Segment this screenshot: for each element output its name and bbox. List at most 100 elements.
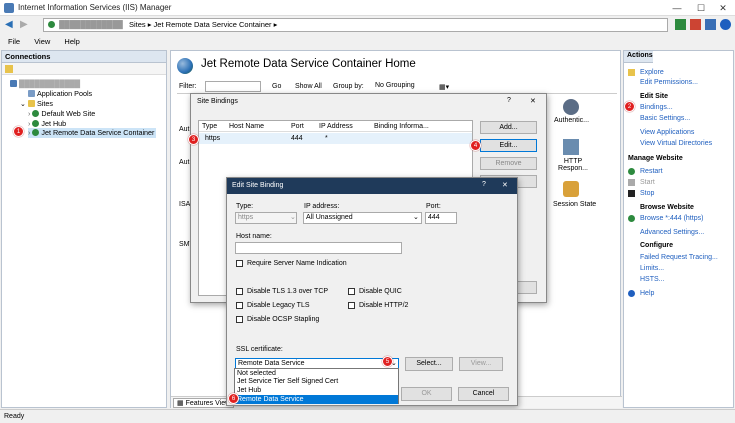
site-bindings-help-button[interactable]: ?	[507, 97, 511, 104]
legacy-tls-checkbox[interactable]	[236, 302, 243, 309]
go-button[interactable]: Go	[272, 83, 281, 90]
action-view-applications[interactable]: View Applications	[640, 128, 694, 137]
actions-panel: Actions Explore Edit Permissions... Edit…	[623, 50, 734, 408]
type-select[interactable]: https	[235, 212, 297, 224]
select-certificate-button[interactable]: Select...	[405, 357, 453, 371]
action-edit-permissions[interactable]: Edit Permissions...	[640, 78, 698, 87]
cancel-button[interactable]: Cancel	[458, 387, 509, 401]
home-icon[interactable]	[705, 19, 716, 30]
menu-view[interactable]: View	[34, 37, 50, 46]
http-response-label[interactable]: HTTP Respon...	[556, 158, 590, 172]
type-label: Type:	[236, 203, 254, 210]
quic-label[interactable]: Disable QUIC	[359, 288, 402, 295]
callout-badge-5: 5	[382, 356, 393, 367]
col-ip-address[interactable]: IP Address	[319, 123, 353, 130]
connections-header: Connections	[2, 51, 166, 63]
refresh-icon[interactable]	[675, 19, 686, 30]
action-failed-request-tracing[interactable]: Failed Request Tracing...	[640, 253, 718, 262]
expand-icon[interactable]: ⌄	[20, 99, 28, 108]
tree-app-pools[interactable]: Application Pools	[28, 89, 92, 99]
col-host-name[interactable]: Host Name	[229, 123, 264, 130]
help-icon	[628, 290, 635, 297]
action-advanced-settings[interactable]: Advanced Settings...	[640, 228, 704, 237]
list-item[interactable]: Jet Hub	[237, 387, 261, 395]
action-help[interactable]: Help	[640, 289, 654, 298]
back-icon[interactable]: ◀	[5, 19, 13, 30]
filter-label: Filter:	[179, 83, 197, 90]
action-stop[interactable]: Stop	[640, 189, 654, 198]
port-input[interactable]: 444	[425, 212, 457, 224]
ocsp-label[interactable]: Disable OCSP Stapling	[247, 316, 319, 323]
menu-file[interactable]: File	[8, 37, 20, 46]
list-item[interactable]: Jet Service Tier Self Signed Cert	[237, 378, 338, 386]
menu-help[interactable]: Help	[64, 37, 79, 46]
filter-input[interactable]	[205, 81, 261, 92]
session-state-label[interactable]: Session State	[553, 201, 596, 208]
action-restart[interactable]: Restart	[640, 167, 663, 176]
authentication-label[interactable]: Authentic...	[554, 117, 589, 124]
action-limits[interactable]: Limits...	[640, 264, 664, 273]
cell-port: 444	[291, 135, 303, 142]
edit-binding-button[interactable]: Edit...	[480, 139, 537, 152]
action-basic-settings[interactable]: Basic Settings...	[640, 114, 690, 123]
session-state-icon[interactable]	[563, 181, 579, 197]
action-view-virtual-directories[interactable]: View Virtual Directories	[640, 139, 712, 148]
site-bindings-close-button[interactable]: ✕	[530, 97, 536, 105]
ip-address-select[interactable]: All Unassigned	[303, 212, 422, 224]
group-by-select[interactable]: No Grouping	[373, 81, 433, 92]
tree-jet-container[interactable]: › Jet Remote Data Service Container	[28, 128, 157, 138]
close-window-button[interactable]: ✕	[711, 0, 735, 16]
title-bar: Internet Information Services (IIS) Mana…	[0, 0, 735, 16]
edit-binding-close-button[interactable]: ✕	[502, 181, 508, 189]
list-item[interactable]: Not selected	[237, 370, 276, 378]
col-binding-info[interactable]: Binding Informa...	[374, 123, 429, 130]
table-row[interactable]: https 444 *	[199, 133, 472, 144]
col-port[interactable]: Port	[291, 123, 304, 130]
action-hsts[interactable]: HSTS...	[640, 275, 665, 284]
globe-icon	[32, 129, 40, 136]
help-icon[interactable]	[720, 19, 731, 30]
action-start[interactable]: Start	[640, 178, 655, 187]
sni-label[interactable]: Require Server Name Indication	[247, 260, 347, 267]
stop-icon	[628, 190, 635, 197]
action-explore[interactable]: Explore	[640, 68, 664, 77]
minimize-button[interactable]: —	[665, 0, 689, 16]
address-path[interactable]: ████████████ Sites ▸ Jet Remote Data Ser…	[43, 18, 668, 32]
ocsp-checkbox[interactable]	[236, 316, 243, 323]
http2-label[interactable]: Disable HTTP/2	[359, 302, 408, 309]
address-crumbs[interactable]: Sites ▸ Jet Remote Data Service Containe…	[129, 20, 277, 29]
start-icon	[628, 179, 635, 186]
ok-button[interactable]: OK	[401, 387, 452, 401]
list-item-selected[interactable]: Remote Data Service	[235, 395, 398, 404]
remove-binding-button[interactable]: Remove	[480, 157, 537, 170]
http2-checkbox[interactable]	[348, 302, 355, 309]
quic-checkbox[interactable]	[348, 288, 355, 295]
maximize-button[interactable]: ☐	[689, 0, 713, 16]
authentication-icon[interactable]	[563, 99, 579, 115]
action-browse-444[interactable]: Browse *:444 (https)	[640, 214, 703, 223]
stop-icon[interactable]	[690, 19, 701, 30]
http-response-icon[interactable]	[563, 139, 579, 155]
add-connection-icon[interactable]	[5, 65, 13, 73]
action-bindings[interactable]: Bindings...	[640, 103, 673, 112]
add-binding-button[interactable]: Add...	[480, 121, 537, 134]
tls13-label[interactable]: Disable TLS 1.3 over TCP	[247, 288, 328, 295]
page-title: Jet Remote Data Service Container Home	[201, 58, 416, 70]
edit-binding-title: Edit Site Binding	[232, 182, 284, 189]
forward-icon[interactable]: ▶	[20, 19, 28, 30]
legacy-tls-label[interactable]: Disable Legacy TLS	[247, 302, 310, 309]
tree-sites[interactable]: ⌄ Sites	[20, 99, 53, 109]
col-type[interactable]: Type	[202, 123, 217, 130]
view-certificate-button[interactable]: View...	[459, 357, 503, 371]
edit-binding-help-button[interactable]: ?	[482, 181, 486, 188]
host-name-input[interactable]	[235, 242, 402, 254]
tls13-checkbox[interactable]	[236, 288, 243, 295]
tree-host[interactable]: ████████████	[10, 79, 80, 89]
tab-features-view[interactable]: ▦ Features View	[173, 398, 235, 408]
group-browse-website: Browse Website	[640, 204, 694, 211]
view-toggle-icon[interactable]: ▦▾	[439, 83, 449, 91]
tree-default-site[interactable]: › Default Web Site	[28, 109, 95, 119]
show-all-button[interactable]: Show All	[295, 83, 322, 90]
sni-checkbox[interactable]	[236, 260, 243, 267]
restart-icon	[628, 168, 635, 175]
